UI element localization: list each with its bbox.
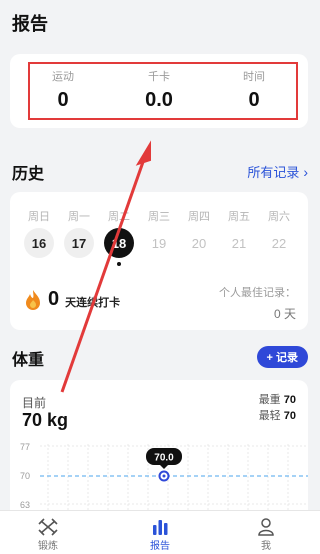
weekday-label: 周四 [188, 211, 210, 223]
weight-point-center [162, 474, 166, 478]
stat-label: 时间 [243, 71, 265, 83]
flame-icon [26, 289, 40, 310]
current-weight-value: 70 kg [22, 410, 69, 430]
current-weight-label: 目前 [22, 396, 47, 410]
date-cell[interactable]: 19 [144, 228, 174, 258]
history-title: 历史 [12, 166, 45, 183]
tab-workout[interactable]: 锻炼 [18, 517, 78, 552]
weight-card: 目前 70 kg 最重 70 最轻 70 77 70 63 70.0 [10, 380, 308, 510]
today-indicator-dot [117, 262, 121, 266]
all-records-link[interactable]: 所有记录 › [247, 162, 308, 181]
weight-title: 体重 [12, 352, 45, 369]
stat-label: 千卡 [148, 71, 170, 83]
min-weight-value: 70 [283, 410, 296, 422]
date-cell[interactable]: 17 [64, 228, 94, 258]
annotation-arrowhead [135, 140, 151, 166]
date-cell[interactable]: 22 [264, 228, 294, 258]
bottom-tab-bar: 锻炼 报告 我 [0, 510, 320, 554]
stat-value: 0 [248, 89, 260, 111]
bar-chart-icon [153, 520, 168, 535]
tab-label: 我 [261, 541, 271, 552]
weekday-label: 周六 [268, 211, 290, 223]
tab-report[interactable]: 报告 [130, 517, 190, 552]
tab-label: 锻炼 [38, 541, 58, 552]
stat-time: 时间 0 [214, 68, 294, 112]
stat-label: 运动 [52, 71, 74, 83]
best-label: 个人最佳记录： [219, 287, 296, 299]
weight-extremes: 最重 70 最轻 70 [259, 392, 296, 424]
page-title: 报告 [12, 14, 48, 34]
tab-me[interactable]: 我 [236, 517, 296, 552]
y-tick-label: 77 [20, 442, 30, 452]
max-weight-label: 最重 [258, 394, 281, 406]
stat-value: 0 [57, 89, 69, 111]
stat-value: 0.0 [145, 89, 173, 111]
streak: 0 天连续打卡 [24, 288, 120, 311]
date-cell-today[interactable]: 18 [104, 228, 134, 258]
user-icon [258, 518, 274, 536]
weekday-label: 周一 [68, 211, 90, 223]
weekday-label: 周五 [228, 211, 250, 223]
streak-label: 天连续打卡 [65, 296, 121, 309]
add-record-button[interactable]: + 记录 [256, 346, 308, 368]
date-cell[interactable]: 21 [224, 228, 254, 258]
dumbbell-icon [38, 518, 58, 536]
chevron-right-icon: › [303, 163, 308, 180]
stats-card: 运动 0 千卡 0.0 时间 0 [10, 54, 308, 128]
weight-chart: 77 70 63 70.0 [20, 442, 308, 510]
weight-marker-value: 70.0 [154, 453, 174, 464]
bubble-pointer [160, 465, 168, 469]
all-records-label: 所有记录 [247, 165, 300, 180]
tab-label: 报告 [150, 541, 170, 552]
max-weight-value: 70 [283, 394, 296, 406]
stat-exercise: 运动 0 [23, 68, 103, 112]
weekday-label: 周二 [108, 211, 130, 223]
weekday-label: 周日 [28, 211, 50, 223]
min-weight-label: 最轻 [258, 410, 281, 422]
weekday-label: 周三 [148, 211, 170, 223]
date-cell[interactable]: 20 [184, 228, 214, 258]
best-value: 0 天 [273, 307, 296, 321]
date-cell[interactable]: 16 [24, 228, 54, 258]
history-card: 周日 周一 周二 周三 周四 周五 周六 16 17 18 19 20 21 2… [10, 192, 308, 330]
y-tick-label: 63 [20, 500, 30, 510]
y-tick-label: 70 [20, 471, 30, 481]
personal-best: 个人最佳记录： 0 天 [219, 284, 296, 322]
streak-value: 0 [48, 288, 60, 310]
stat-calories: 千卡 0.0 [119, 68, 199, 112]
